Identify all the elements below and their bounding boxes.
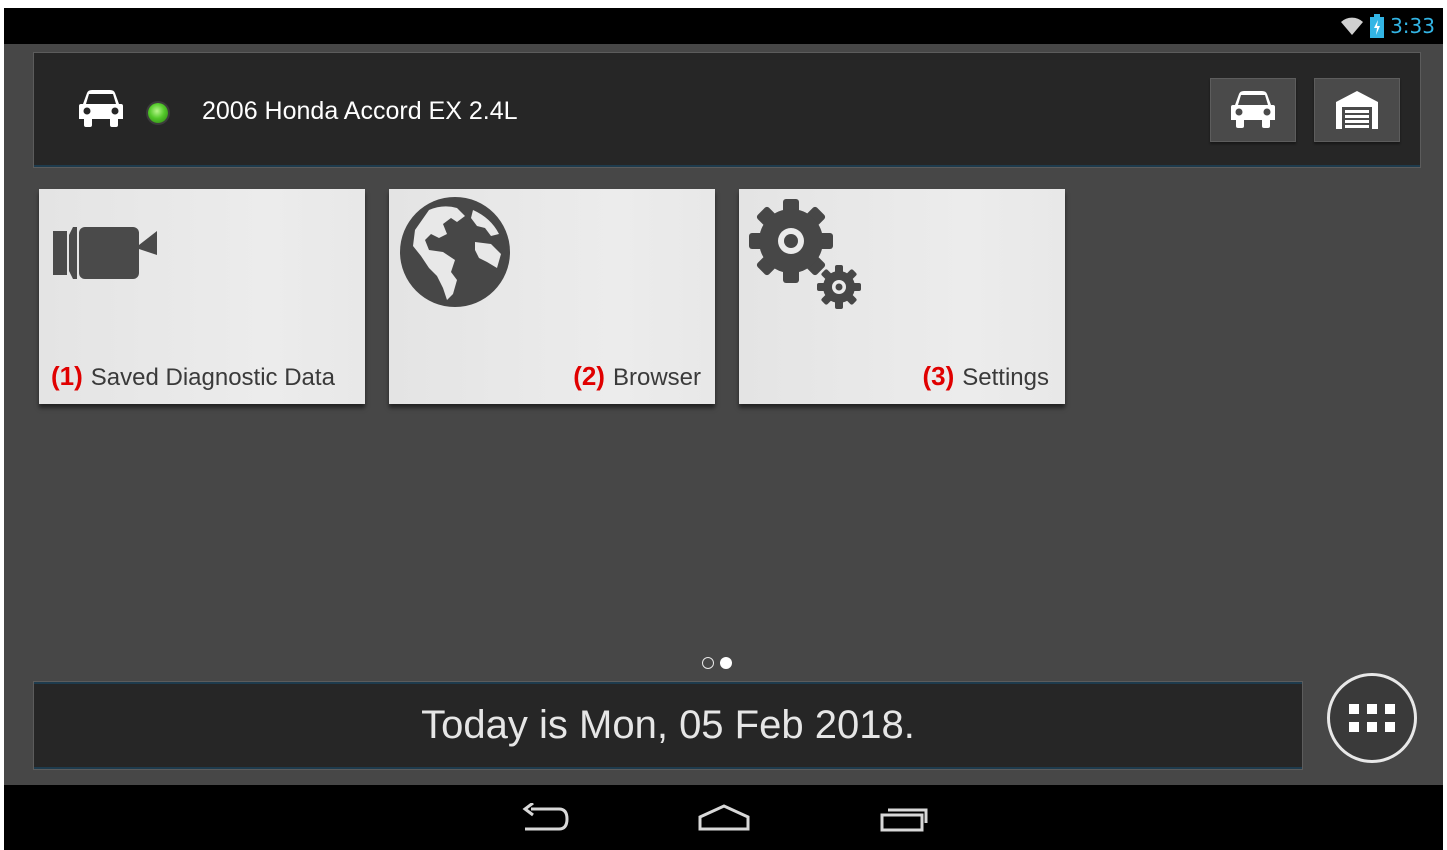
status-bar: 3:33 bbox=[4, 8, 1443, 44]
garage-icon bbox=[1336, 91, 1378, 129]
vehicle-name: 2006 Honda Accord EX 2.4L bbox=[202, 97, 518, 125]
recents-icon bbox=[880, 808, 928, 832]
tile-browser[interactable]: (2) Browser bbox=[389, 189, 715, 404]
status-clock: 3:33 bbox=[1390, 14, 1435, 38]
car-icon bbox=[1231, 91, 1275, 128]
date-bar: Today is Mon, 05 Feb 2018. bbox=[33, 681, 1303, 770]
navigation-bar bbox=[4, 785, 1443, 850]
tile-label: Settings bbox=[962, 364, 1049, 391]
car-icon bbox=[79, 90, 123, 127]
page-indicator bbox=[702, 657, 732, 669]
apps-button[interactable] bbox=[1327, 673, 1417, 763]
home-icon bbox=[698, 804, 750, 831]
apps-grid-icon bbox=[1349, 704, 1395, 732]
battery-charging-icon bbox=[1370, 14, 1385, 38]
tile-caption: (3) Settings bbox=[923, 361, 1050, 392]
tile-label: Saved Diagnostic Data bbox=[90, 364, 335, 391]
tile-caption: (2) Browser bbox=[573, 361, 701, 392]
globe-icon bbox=[400, 197, 510, 307]
connection-status-indicator bbox=[148, 103, 168, 123]
back-icon bbox=[522, 803, 569, 831]
page-dot-2[interactable] bbox=[720, 657, 732, 669]
tile-number: (2) bbox=[573, 361, 605, 391]
vehicle-bar: 2006 Honda Accord EX 2.4L bbox=[33, 52, 1421, 168]
video-camera-icon bbox=[53, 227, 157, 279]
tile-number: (3) bbox=[922, 361, 955, 391]
tile-label: Browser bbox=[612, 364, 701, 391]
vehicle-button[interactable] bbox=[1210, 78, 1296, 142]
date-text: Today is Mon, 05 Feb 2018. bbox=[421, 703, 915, 747]
recents-button[interactable] bbox=[874, 801, 934, 835]
android-screen: 3:33 2006 Honda Accord EX 2.4L (1) Saved… bbox=[4, 8, 1443, 850]
status-icons: 3:33 bbox=[1340, 14, 1435, 38]
wifi-icon bbox=[1341, 17, 1364, 35]
tile-number: (1) bbox=[51, 361, 83, 391]
garage-button[interactable] bbox=[1314, 78, 1400, 142]
tile-caption: (1) Saved Diagnostic Data bbox=[51, 361, 335, 392]
home-button[interactable] bbox=[694, 801, 754, 835]
tile-settings[interactable]: (3) Settings bbox=[739, 189, 1065, 404]
page-dot-1[interactable] bbox=[702, 657, 714, 669]
tile-saved-diagnostic-data[interactable]: (1) Saved Diagnostic Data bbox=[39, 189, 365, 404]
gears-icon bbox=[749, 199, 861, 309]
back-button[interactable] bbox=[514, 801, 574, 835]
